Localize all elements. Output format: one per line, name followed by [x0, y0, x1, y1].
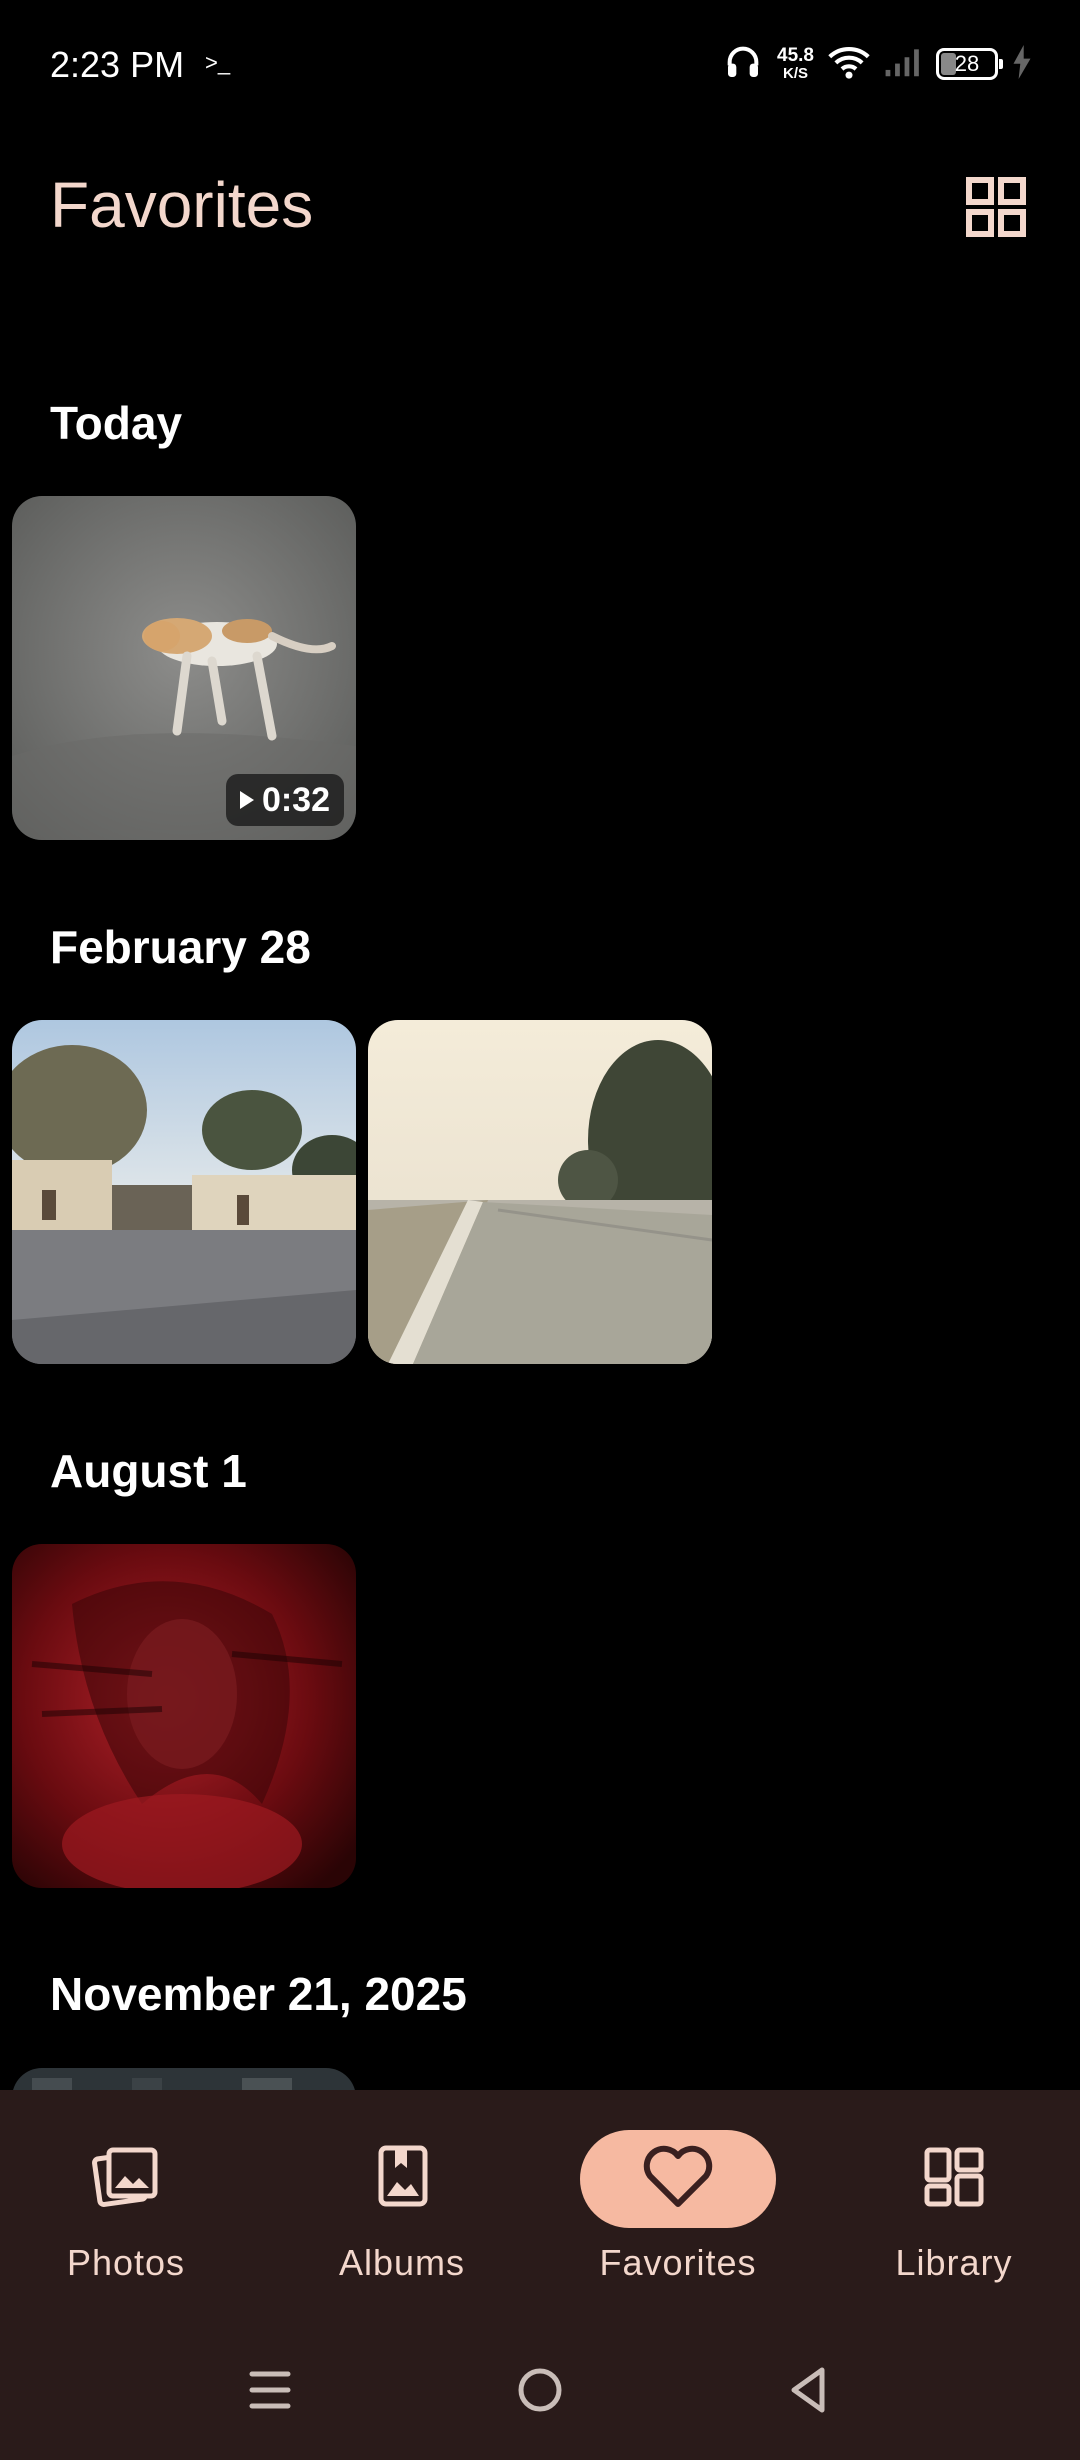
video-duration: 0:32 — [261, 780, 330, 819]
section-header-today: Today — [50, 397, 183, 449]
nav-item-albums[interactable]: Albums — [292, 2130, 512, 2310]
nav-label-albums: Albums — [338, 2242, 466, 2283]
menu-icon[interactable] — [230, 2350, 310, 2430]
partial-photo — [12, 2068, 356, 2090]
photos-icon — [91, 2142, 161, 2217]
nav-item-photos[interactable]: Photos — [16, 2130, 236, 2310]
grid-view-icon[interactable] — [964, 175, 1028, 239]
section-header-february-28: February 28 — [50, 921, 311, 973]
heart-icon — [640, 2142, 716, 2217]
media-thumbnail-video[interactable]: 0:32 — [12, 496, 356, 840]
nav-icon-container — [856, 2130, 1052, 2228]
nav-item-library[interactable]: Library — [844, 2130, 1064, 2310]
page-title: Favorites — [50, 169, 314, 241]
bottom-navigation: Photos Albums Favorites Library — [0, 2090, 1080, 2460]
play-icon — [239, 791, 254, 809]
favorites-content[interactable]: Favorites Today 0:32 February 28 August … — [0, 0, 1080, 2090]
back-icon[interactable] — [768, 2350, 848, 2430]
system-navigation-bar — [0, 2350, 1080, 2450]
street-photo — [12, 1020, 356, 1364]
nav-active-pill — [580, 2130, 776, 2228]
section-header-august-1: August 1 — [50, 1445, 247, 1497]
section-header-november-21-2025: November 21, 2025 — [50, 1968, 467, 2020]
road-photo — [368, 1020, 712, 1364]
nav-label-favorites: Favorites — [599, 2242, 757, 2283]
nav-label-library: Library — [895, 2242, 1013, 2283]
media-thumbnail-road[interactable] — [368, 1020, 712, 1364]
library-icon — [919, 2142, 989, 2217]
nav-icon-container — [304, 2130, 500, 2228]
red-portrait-photo — [12, 1544, 356, 1888]
media-thumbnail-street[interactable] — [12, 1020, 356, 1364]
nav-icon-container — [28, 2130, 224, 2228]
media-thumbnail-partial[interactable] — [12, 2068, 356, 2090]
media-thumbnail-portrait[interactable] — [12, 1544, 356, 1888]
nav-label-photos: Photos — [66, 2242, 186, 2283]
home-icon[interactable] — [500, 2350, 580, 2430]
albums-icon — [367, 2142, 437, 2217]
video-duration-badge: 0:32 — [225, 774, 344, 826]
nav-item-favorites[interactable]: Favorites — [568, 2130, 788, 2310]
